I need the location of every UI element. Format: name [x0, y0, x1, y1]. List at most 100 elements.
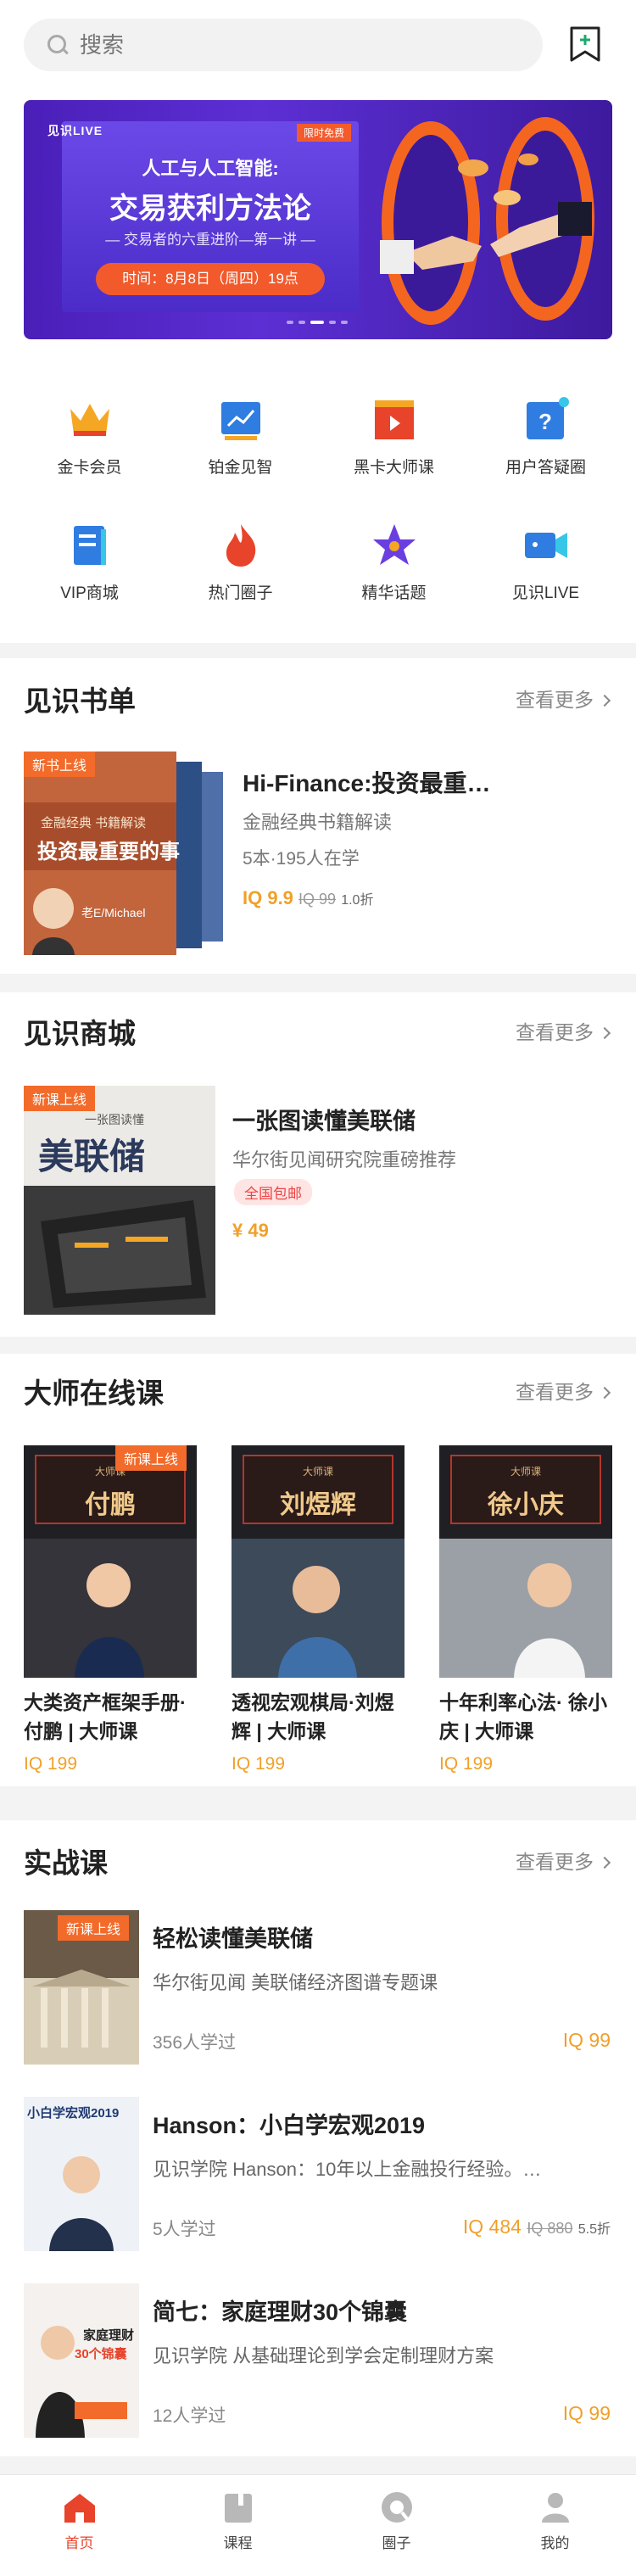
banner-line1: 人工与人工智能: [142, 158, 279, 179]
pager-dot[interactable] [341, 321, 348, 324]
nav-item-profile[interactable]: 我的 [476, 2489, 634, 2552]
master-course-price: IQ 199 [232, 1754, 286, 1774]
master-course-title[interactable]: 透视宏观棋局·刘煜辉 | 大师课 [232, 1688, 410, 1746]
chevron-right-icon [598, 1026, 611, 1040]
promo-banner[interactable]: 见识LIVE 限时免费 人工与人工智能: 交易获利方法论 — 交易者的六重进阶—… [24, 100, 612, 339]
camera-icon [524, 533, 567, 558]
price-original: IQ 99 [298, 891, 337, 908]
price-original: IQ 880 [527, 2220, 573, 2237]
nav-item-home[interactable]: 首页 [0, 2489, 159, 2552]
quick-item-gold-card[interactable]: 金卡会员 [10, 392, 169, 478]
master-cover-name: 徐小庆 [488, 1491, 564, 1519]
cover-kicker: 一张图读懂 [85, 1113, 144, 1126]
quick-item-black-card[interactable]: 黑卡大师课 [315, 392, 473, 478]
book-icon [73, 526, 106, 565]
nav-item-circle[interactable]: 圈子 [317, 2489, 476, 2552]
price-discount: 1.0折 [341, 893, 374, 908]
chevron-right-icon [598, 1856, 611, 1869]
master-course-price: IQ 199 [24, 1754, 78, 1774]
chart-trend-icon [220, 402, 260, 440]
see-more-link[interactable]: 查看更多 [516, 1016, 611, 1045]
course-title: 简七：家庭理财30个锦囊 [153, 2299, 408, 2325]
quick-label: VIP商城 [60, 584, 119, 602]
question-icon: ? [526, 397, 569, 439]
see-more-link[interactable]: 查看更多 [516, 1376, 611, 1405]
pager-dot[interactable] [287, 321, 293, 324]
practice-course-item[interactable]: 新课上线 轻松读懂美联储 华尔街见闻 美联储经济图谱专题课 356人学过 IQ … [0, 1910, 636, 2071]
mall-section: 见识商城 查看更多 新课上线 一张图读懂 美联储 一张图读懂美联储 华尔街见闻研… [0, 992, 636, 1337]
master-course-card[interactable]: 大师课 付鹏 新课上线 [24, 1445, 197, 1678]
book-title[interactable]: Hi-Finance:投资最重… [243, 765, 490, 799]
section-title: 见识书单 [24, 685, 136, 717]
book-subtitle: 金融经典书籍解读 [243, 812, 393, 833]
practice-course-item[interactable]: 小白学宏观2019 Hanson：小白学宏观2019 见识学院 Hanson：1… [0, 2097, 636, 2258]
master-course-title[interactable]: 大类资产框架手册·付鹏 | 大师课 [24, 1688, 202, 1746]
quick-item-hot-circles[interactable]: 热门圈子 [161, 517, 320, 603]
quick-item-topics[interactable]: 精华话题 [315, 517, 473, 603]
practice-section: 实战课 查看更多 新课上线 轻松读懂美联储 华尔街见闻 美联储经济图谱专题课 3… [0, 1820, 636, 2456]
quick-access-grid: 金卡会员 铂金见智 黑卡大师课 ? 用户答疑圈 VIP商城 热门圈子 精华话题 … [0, 348, 636, 643]
banner-title: 交易获利方法论 [109, 193, 311, 225]
course-subtitle: 见识学院 Hanson：10年以上金融投行经验。… [153, 2159, 542, 2180]
quick-item-platinum[interactable]: 铂金见智 [161, 392, 320, 478]
top-bar [0, 0, 636, 93]
crown-icon [70, 404, 109, 436]
master-cover-name: 刘煜辉 [280, 1491, 356, 1519]
booklist-section: 见识书单 查看更多 新书上线 金融经典 书籍解读 投资最重要的事 老E/Mich… [0, 658, 636, 974]
course-price: IQ 99 [562, 2402, 611, 2424]
master-course-title[interactable]: 十年利率心法· 徐小庆 | 大师课 [439, 1688, 617, 1746]
price-current: IQ 9.9 [243, 887, 293, 908]
cover-subtitle: 30个锦囊 [75, 2347, 127, 2361]
quick-item-vip-mall[interactable]: VIP商城 [10, 517, 169, 603]
cover-title: 美联储 [38, 1137, 146, 1176]
book-meta: 5本·195人在学 [243, 849, 360, 869]
chevron-right-icon [598, 1386, 611, 1400]
master-course-card[interactable]: 大师课 徐小庆 [439, 1445, 612, 1678]
course-subtitle: 见识学院 从基础理论到学会定制理财方案 [153, 2345, 494, 2366]
see-more-label: 查看更多 [516, 1381, 594, 1403]
nav-label: 课程 [223, 2535, 253, 2551]
cover-title: 小白学宏观2019 [27, 2106, 120, 2121]
pager-dot-active[interactable] [310, 321, 324, 324]
book-price: IQ 9.9 IQ 99 1.0折 [243, 887, 373, 909]
bottom-nav: 首页 课程 圈子 我的 [0, 2474, 636, 2576]
course-price: IQ 484 IQ 880 5.5折 [463, 2216, 611, 2238]
quick-item-live[interactable]: 见识LIVE [466, 517, 625, 603]
nav-label: 我的 [540, 2535, 570, 2551]
see-more-link[interactable]: 查看更多 [516, 684, 611, 712]
new-tag: 新课上线 [58, 1915, 130, 1941]
cover-author: 老E/Michael [81, 906, 146, 919]
pager-dot[interactable] [329, 321, 336, 324]
cover-title: 投资最重要的事 [37, 841, 180, 863]
quick-label: 见识LIVE [511, 584, 580, 602]
chevron-right-icon [598, 694, 611, 707]
masters-section: 大师在线课 查看更多 大师课 付鹏 新课上线 大类资产框架手册·付鹏 | 大师课… [0, 1354, 636, 1786]
product-title[interactable]: 一张图读懂美联储 [232, 1103, 416, 1136]
course-price: IQ 99 [562, 2029, 611, 2051]
course-learners: 5人学过 [153, 2220, 216, 2239]
nav-item-course[interactable]: 课程 [159, 2489, 317, 2552]
app-page: 见识LIVE 限时免费 人工与人工智能: 交易获利方法论 — 交易者的六重进阶—… [0, 0, 636, 2576]
see-more-link[interactable]: 查看更多 [516, 1846, 611, 1875]
master-course-price: IQ 199 [439, 1754, 494, 1774]
search-input[interactable] [80, 31, 419, 59]
course-icon [224, 2494, 252, 2523]
course-subtitle: 华尔街见闻 美联储经济图谱专题课 [153, 1972, 438, 1993]
new-tag: 新课上线 [24, 1086, 96, 1111]
course-learners: 356人学过 [153, 2033, 237, 2053]
pager-dot[interactable] [298, 321, 305, 324]
quick-item-qa-circle[interactable]: ? 用户答疑圈 [466, 392, 625, 478]
nav-label: 圈子 [382, 2535, 411, 2551]
new-tag: 新课上线 [115, 1445, 187, 1471]
cover-series: 金融经典 书籍解读 [41, 816, 147, 830]
free-shipping-badge: 全国包邮 [234, 1179, 312, 1205]
course-learners: 12人学过 [153, 2406, 226, 2426]
profile-icon [541, 2493, 569, 2523]
master-course-card[interactable]: 大师课 刘煜辉 [232, 1445, 404, 1678]
search-bar[interactable] [24, 19, 543, 71]
bookmark-add-icon[interactable] [568, 25, 602, 63]
home-icon [64, 2494, 95, 2523]
practice-course-item[interactable]: 家庭理财 30个锦囊 简七：家庭理财30个锦囊 见识学院 从基础理论到学会定制理… [0, 2283, 636, 2445]
banner-logo: 见识LIVE [47, 124, 103, 137]
section-title: 实战课 [24, 1847, 108, 1879]
